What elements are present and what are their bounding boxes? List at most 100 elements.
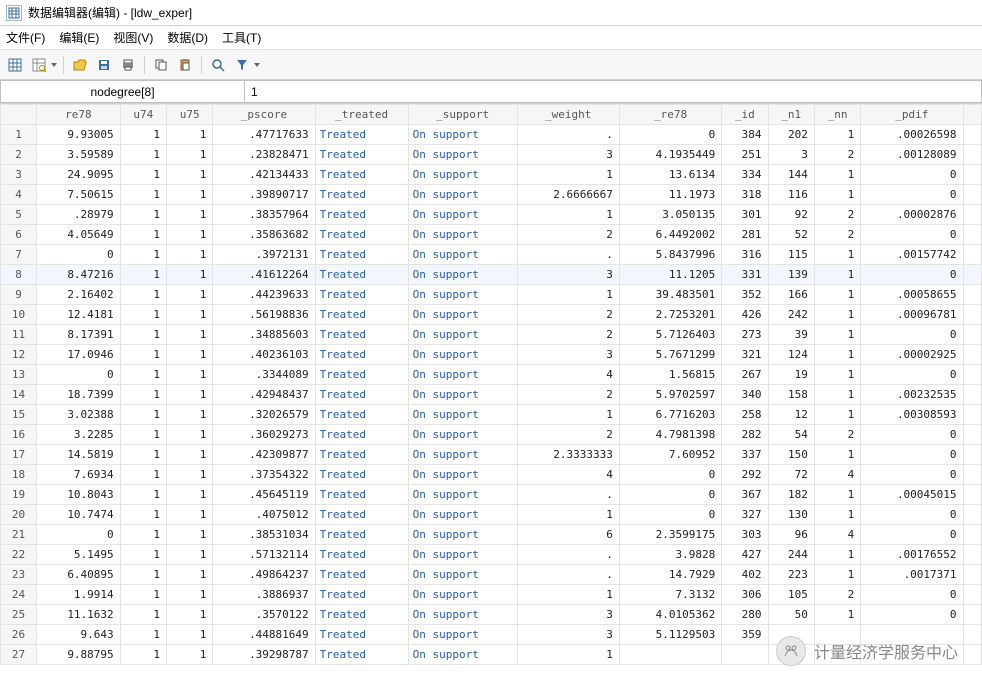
column-header[interactable]: _treated	[315, 105, 408, 125]
cell[interactable]: 1	[120, 485, 166, 505]
cell[interactable]	[861, 645, 963, 665]
cell[interactable]: 1	[167, 585, 213, 605]
cell[interactable]: .00096781	[861, 305, 963, 325]
cell[interactable]: .42309877	[213, 445, 315, 465]
column-header[interactable]: _id	[722, 105, 768, 125]
cell[interactable]: 2	[814, 225, 860, 245]
cell[interactable]: 1	[517, 585, 619, 605]
cell[interactable]: 1	[120, 165, 166, 185]
cell[interactable]: .41612264	[213, 265, 315, 285]
row-number[interactable]: 7	[1, 245, 37, 265]
cell[interactable]: 1	[814, 345, 860, 365]
row-number[interactable]: 11	[1, 325, 37, 345]
cell[interactable]: 2.6666667	[517, 185, 619, 205]
cell[interactable]: On support	[408, 485, 517, 505]
cell[interactable]: 17.0946	[37, 345, 121, 365]
cell[interactable]: 13.6134	[619, 165, 721, 185]
cell[interactable]: .34885603	[213, 325, 315, 345]
cell[interactable]: 1	[814, 285, 860, 305]
dropdown-arrow-icon[interactable]	[50, 54, 58, 76]
cell[interactable]: .44881649	[213, 625, 315, 645]
cell[interactable]: Treated	[315, 385, 408, 405]
cell[interactable]: .32026579	[213, 405, 315, 425]
cell[interactable]	[861, 625, 963, 645]
cell[interactable]: .	[517, 485, 619, 505]
cell[interactable]: Treated	[315, 585, 408, 605]
cell[interactable]: 1	[167, 225, 213, 245]
cell[interactable]: .	[517, 565, 619, 585]
column-header[interactable]: _weight	[517, 105, 619, 125]
cell[interactable]: Treated	[315, 345, 408, 365]
cell[interactable]: 50	[768, 605, 814, 625]
cell[interactable]: Treated	[315, 625, 408, 645]
table-row[interactable]: 64.0564911.35863682TreatedOn support26.4…	[1, 225, 982, 245]
cell[interactable]: 8.47216	[37, 265, 121, 285]
cell[interactable]: 0	[619, 485, 721, 505]
cell[interactable]: 4.0105362	[619, 605, 721, 625]
cell[interactable]: 1	[120, 365, 166, 385]
cell[interactable]: 1	[814, 445, 860, 465]
cell[interactable]	[722, 645, 768, 665]
cell[interactable]: 0	[861, 265, 963, 285]
cell[interactable]: .3886937	[213, 585, 315, 605]
table-row[interactable]: 47.5061511.39890717TreatedOn support2.66…	[1, 185, 982, 205]
cell[interactable]: 0	[861, 225, 963, 245]
cell[interactable]: .37354322	[213, 465, 315, 485]
cell[interactable]: 2.16402	[37, 285, 121, 305]
cell[interactable]: .35863682	[213, 225, 315, 245]
data-grid[interactable]: re78u74u75_pscore_treated_support_weight…	[0, 104, 982, 665]
cell[interactable]: Treated	[315, 445, 408, 465]
cell[interactable]: Treated	[315, 305, 408, 325]
cell[interactable]: 0	[37, 365, 121, 385]
cell[interactable]: Treated	[315, 365, 408, 385]
row-number[interactable]: 18	[1, 465, 37, 485]
cell[interactable]: Treated	[315, 425, 408, 445]
cell[interactable]: 0	[619, 465, 721, 485]
cell[interactable]: 0	[861, 505, 963, 525]
column-header[interactable]: u75	[167, 105, 213, 125]
cell[interactable]: .49864237	[213, 565, 315, 585]
cell[interactable]: .4075012	[213, 505, 315, 525]
cell[interactable]: 1	[120, 525, 166, 545]
cell[interactable]: 280	[722, 605, 768, 625]
cell[interactable]: 166	[768, 285, 814, 305]
row-number[interactable]: 13	[1, 365, 37, 385]
cell[interactable]: Treated	[315, 545, 408, 565]
cell[interactable]: 14.5819	[37, 445, 121, 465]
cell[interactable]: 11.1205	[619, 265, 721, 285]
cell[interactable]: 7.3132	[619, 585, 721, 605]
cell[interactable]: 2.3333333	[517, 445, 619, 465]
table-row[interactable]: 2511.163211.3570122TreatedOn support34.0…	[1, 605, 982, 625]
cell[interactable]: 1	[167, 545, 213, 565]
cell[interactable]: 281	[722, 225, 768, 245]
row-number[interactable]: 23	[1, 565, 37, 585]
table-row[interactable]: 324.909511.42134433TreatedOn support113.…	[1, 165, 982, 185]
column-header[interactable]: _pscore	[213, 105, 315, 125]
cell[interactable]: 0	[37, 245, 121, 265]
cell[interactable]: 18.7399	[37, 385, 121, 405]
cell[interactable]: On support	[408, 645, 517, 665]
cell[interactable]: 0	[861, 525, 963, 545]
cell[interactable]: 11.1632	[37, 605, 121, 625]
cell[interactable]: On support	[408, 525, 517, 545]
cell[interactable]: 39.483501	[619, 285, 721, 305]
cell[interactable]: 1	[167, 305, 213, 325]
cell[interactable]: .36029273	[213, 425, 315, 445]
cell[interactable]: 2	[814, 425, 860, 445]
cell[interactable]	[768, 625, 814, 645]
cell[interactable]: .00128089	[861, 145, 963, 165]
table-row[interactable]: 1714.581911.42309877TreatedOn support2.3…	[1, 445, 982, 465]
paste-icon[interactable]	[174, 54, 196, 76]
cell[interactable]: .42134433	[213, 165, 315, 185]
cell[interactable]: 10.7474	[37, 505, 121, 525]
cell[interactable]: 158	[768, 385, 814, 405]
cell[interactable]: Treated	[315, 605, 408, 625]
cell[interactable]: 3	[517, 605, 619, 625]
cell[interactable]: 384	[722, 125, 768, 145]
cell[interactable]: .0017371	[861, 565, 963, 585]
cell[interactable]: Treated	[315, 465, 408, 485]
table-row[interactable]: 279.8879511.39298787TreatedOn support1	[1, 645, 982, 665]
table-row[interactable]: 153.0238811.32026579TreatedOn support16.…	[1, 405, 982, 425]
cell[interactable]: 5.7671299	[619, 345, 721, 365]
cell[interactable]: 3	[517, 265, 619, 285]
